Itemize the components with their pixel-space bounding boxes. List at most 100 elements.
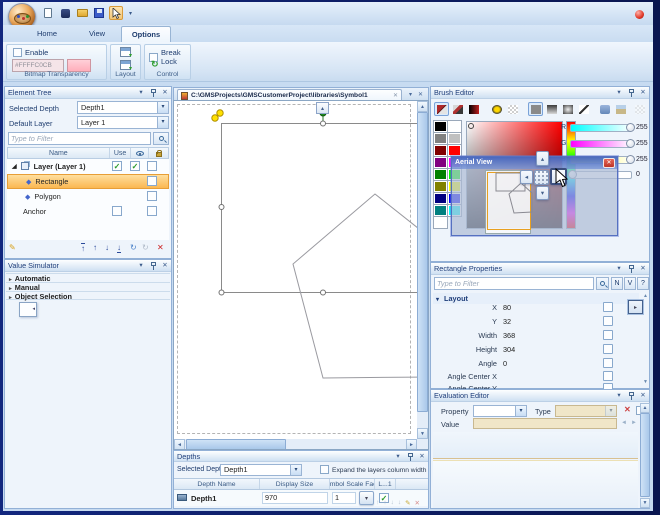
vertical-scrollbar[interactable]: ▲ ▼ — [640, 403, 650, 508]
column-display-size[interactable]: Display Size — [260, 479, 330, 489]
tab-view[interactable]: View — [77, 26, 117, 42]
column-depth-name[interactable]: Depth Name — [174, 479, 260, 489]
save-button[interactable] — [92, 6, 106, 20]
add-depth-icon[interactable]: ✎ — [405, 499, 410, 507]
green-slider-thumb[interactable] — [626, 139, 635, 148]
refresh-icon[interactable]: ↻ — [151, 59, 159, 70]
close-icon[interactable]: ✕ — [638, 264, 648, 273]
anchor-handle[interactable] — [212, 115, 218, 121]
pan-up-button[interactable]: ▴ — [536, 151, 549, 166]
resize-handle-left[interactable] — [219, 205, 224, 210]
palette-swatch[interactable] — [448, 133, 461, 144]
rotate-icon[interactable]: ↻ — [130, 243, 137, 252]
chevron-down-icon[interactable]: ▾ — [157, 102, 168, 113]
resize-handle-bottom[interactable] — [321, 290, 326, 295]
use-checkbox[interactable] — [112, 206, 122, 216]
palette-swatch[interactable] — [434, 193, 447, 204]
selected-depth-combo[interactable]: Depth1 ▾ — [77, 101, 169, 114]
visible-checkbox[interactable]: ✓ — [130, 161, 140, 171]
chevron-down-icon[interactable]: ▾ — [136, 88, 146, 97]
filter-value-button[interactable]: V — [624, 277, 636, 290]
import-button[interactable] — [58, 6, 72, 20]
transparent-pattern-button[interactable] — [505, 102, 520, 116]
scroll-down-icon[interactable]: ▼ — [643, 379, 650, 385]
pin-icon[interactable] — [626, 264, 636, 273]
vertical-scrollbar[interactable]: ▲ ▼ — [417, 101, 428, 439]
palette-swatch[interactable] — [434, 181, 447, 192]
expand-layers-checkbox[interactable] — [320, 465, 329, 474]
palette-swatch[interactable] — [448, 121, 461, 132]
pan-down-button[interactable]: ▾ — [536, 186, 549, 200]
column-name[interactable]: Name — [8, 148, 110, 158]
column-lock[interactable] — [149, 148, 168, 158]
enable-checkbox[interactable] — [13, 48, 22, 57]
palette-swatch[interactable] — [434, 205, 447, 216]
customize-qat-button[interactable]: ▾ — [126, 6, 135, 20]
search-button[interactable] — [153, 132, 169, 145]
property-value[interactable]: 80 — [503, 303, 511, 312]
close-document-icon[interactable]: ✕ — [418, 91, 423, 98]
rectangle-shape[interactable] — [222, 124, 418, 293]
green-slider-track[interactable] — [570, 140, 632, 148]
expander-icon[interactable]: ◢ — [12, 163, 17, 170]
brush-tool-button[interactable] — [434, 102, 449, 116]
close-icon[interactable]: ✕ — [417, 452, 427, 461]
close-icon[interactable]: ✕ — [638, 391, 648, 400]
layout-save-button[interactable] — [120, 47, 131, 57]
column-symbol-scale-factor[interactable]: Symbol Scale Facto — [330, 479, 375, 489]
tab-options[interactable]: Options — [121, 26, 171, 42]
horizontal-scrollbar[interactable]: ◄ ► — [174, 439, 417, 450]
scroll-down-icon[interactable]: ▼ — [640, 498, 650, 508]
enable-checkbox-row[interactable]: Enable — [13, 48, 48, 57]
delete-icon[interactable]: ✕ — [157, 243, 164, 252]
tab-home[interactable]: Home — [25, 26, 69, 42]
simulator-item-object-selection[interactable]: ▸Object Selection — [6, 291, 170, 300]
lock-checkbox[interactable] — [147, 161, 157, 171]
picker-marker[interactable] — [468, 123, 474, 129]
vertical-scroll-thumb[interactable] — [417, 112, 428, 412]
angle-center-handle[interactable] — [217, 110, 223, 116]
pick-color-button[interactable] — [597, 102, 612, 116]
palette-swatch[interactable] — [434, 121, 447, 132]
line-fill-button[interactable] — [576, 102, 591, 116]
value-field[interactable] — [473, 418, 617, 429]
close-icon[interactable]: ✕ — [160, 88, 170, 97]
column-use[interactable]: Use — [110, 148, 132, 158]
chevron-down-icon[interactable]: ▾ — [515, 406, 526, 416]
lock-checkbox[interactable] — [147, 191, 157, 201]
red-slider-track[interactable] — [570, 124, 632, 132]
property-value[interactable]: 32 — [503, 317, 511, 326]
close-icon[interactable]: ✕ — [160, 261, 170, 270]
scroll-up-icon[interactable]: ▲ — [417, 101, 428, 112]
collapse-button[interactable]: ▴ — [316, 102, 329, 114]
scroll-down-icon[interactable]: ▼ — [417, 428, 428, 439]
palette-swatch[interactable] — [434, 217, 447, 228]
hue-circle-button[interactable] — [489, 102, 504, 116]
move-to-top-icon[interactable]: ↑ — [81, 243, 85, 253]
pin-icon[interactable] — [626, 88, 636, 97]
property-value[interactable]: 368 — [503, 331, 515, 340]
horizontal-scroll-thumb[interactable] — [186, 439, 286, 450]
layout-load-button[interactable] — [120, 60, 131, 70]
tree-row-polygon[interactable]: ◆ Polygon — [7, 189, 169, 204]
resize-handle-top[interactable] — [321, 121, 326, 126]
new-document-button[interactable] — [41, 6, 55, 20]
scroll-up-icon[interactable]: ▲ — [640, 403, 650, 413]
scroll-right-icon[interactable]: ► — [406, 439, 417, 450]
property-checkbox[interactable] — [603, 371, 613, 381]
texture-button[interactable] — [613, 102, 628, 116]
tab-list-icon[interactable]: ▾ — [409, 91, 412, 98]
open-button[interactable] — [75, 6, 89, 20]
chevron-down-icon[interactable]: ▾ — [614, 391, 624, 400]
palette-swatch[interactable] — [434, 169, 447, 180]
palette-swatch[interactable] — [434, 133, 447, 144]
pin-icon[interactable] — [148, 88, 158, 97]
display-size-field[interactable]: 970 — [262, 492, 328, 504]
palette-swatch[interactable] — [434, 157, 447, 168]
red-slider-thumb[interactable] — [626, 123, 635, 132]
select-tool-button[interactable] — [109, 6, 123, 20]
move-to-bottom-icon[interactable]: ↓ — [117, 243, 121, 253]
pin-icon[interactable] — [626, 391, 636, 400]
property-checkbox[interactable] — [603, 302, 613, 312]
filter-help-button[interactable]: ? — [637, 277, 649, 290]
